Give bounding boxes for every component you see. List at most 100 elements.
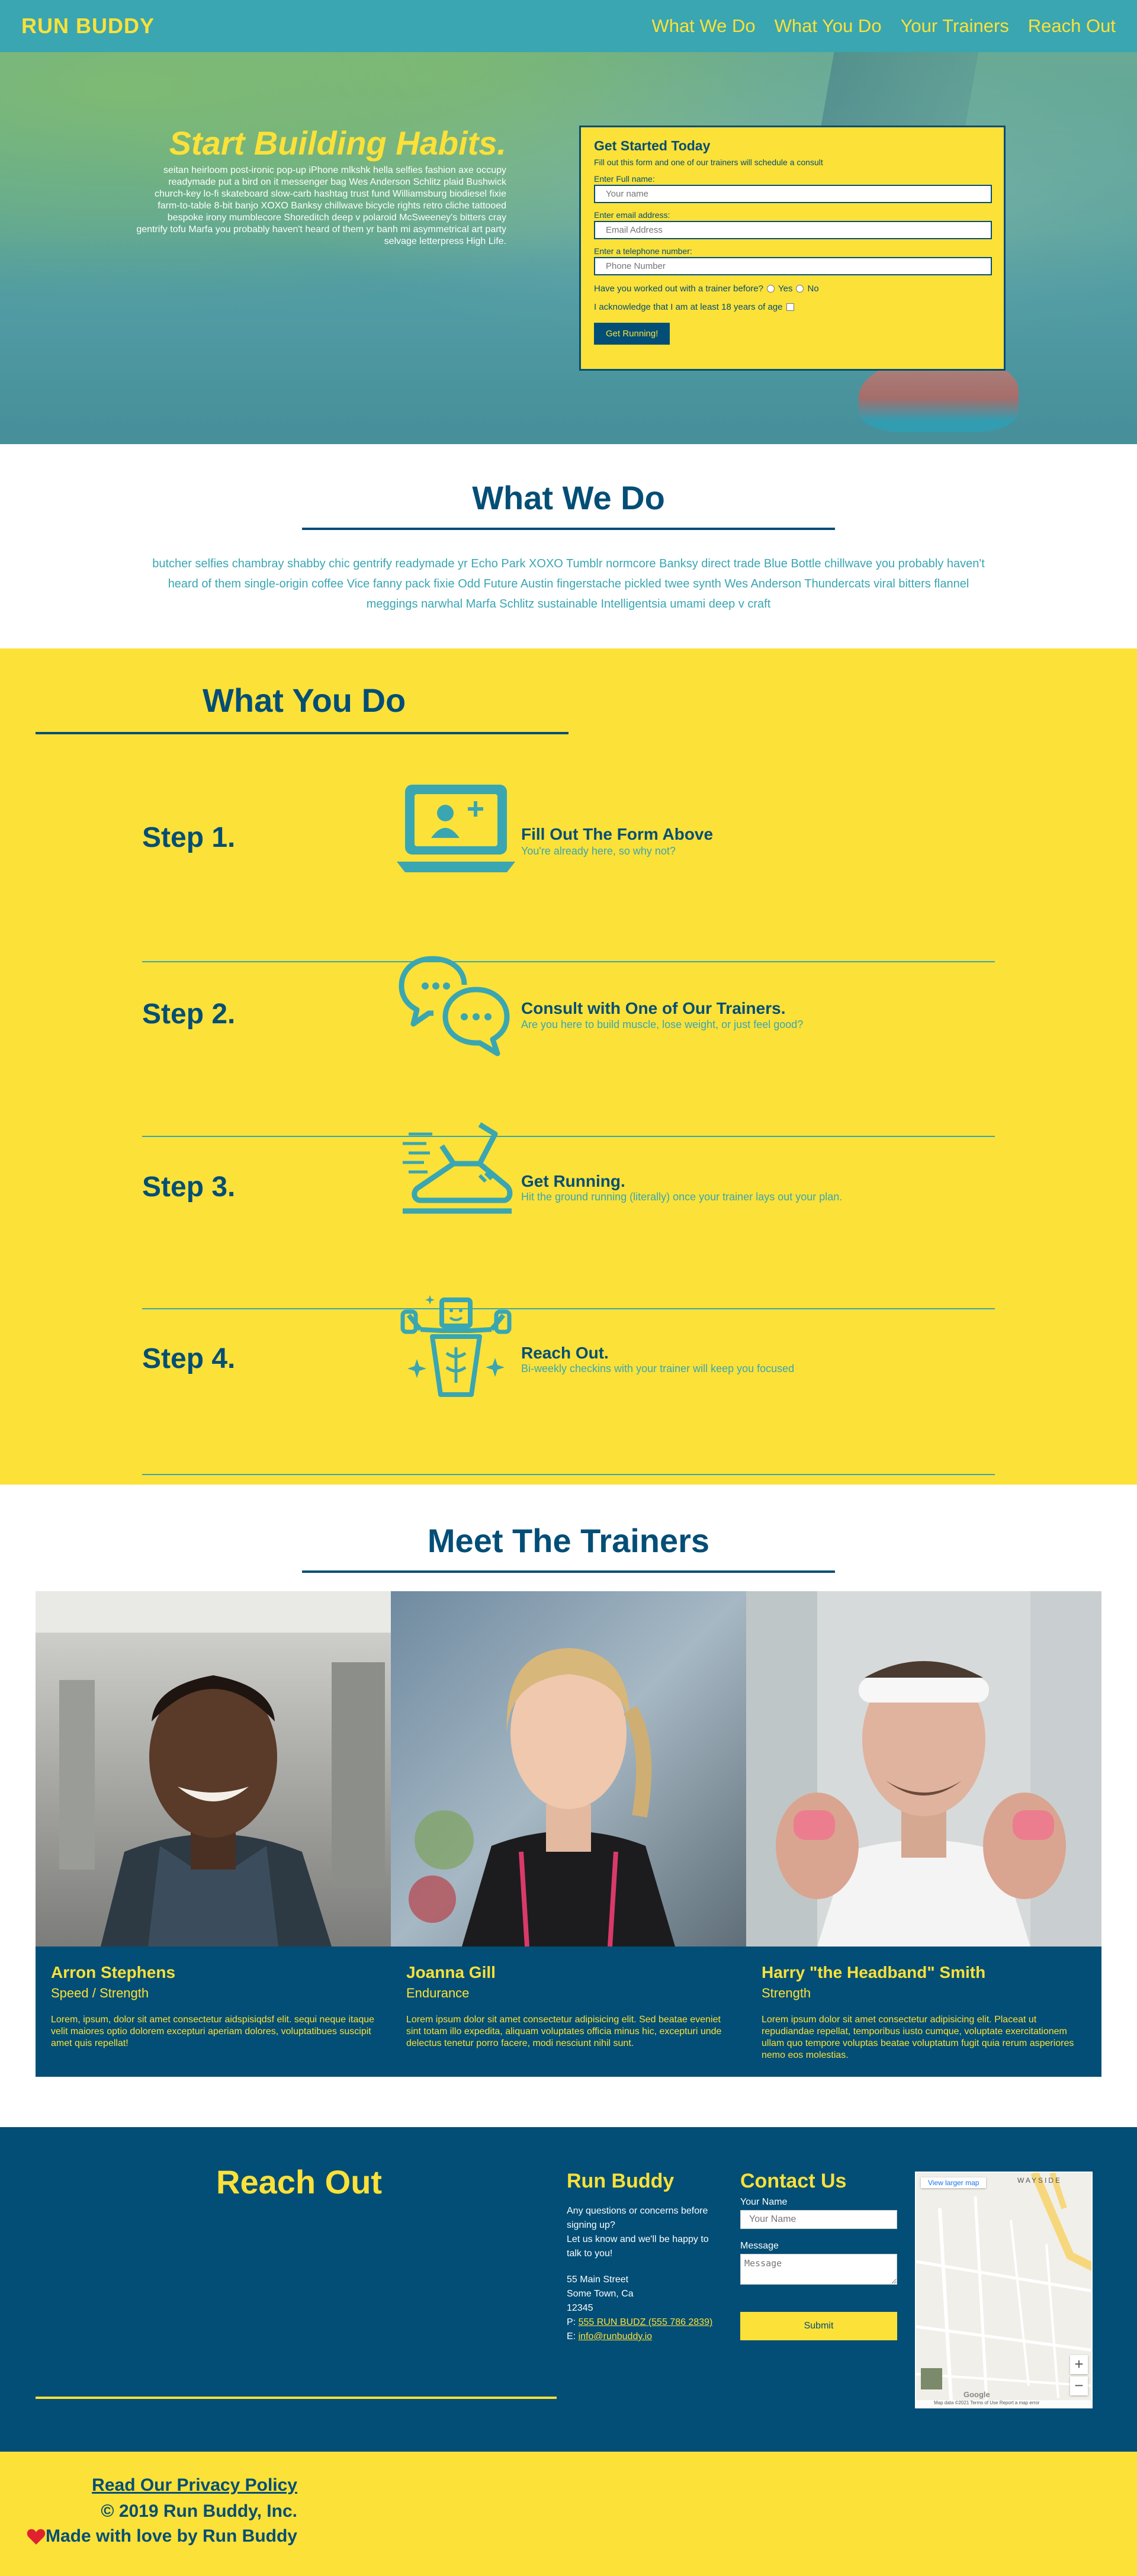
- what-we-do-body: butcher selfies chambray shabby chic gen…: [152, 557, 985, 611]
- step-heading: Fill Out The Form Above: [521, 825, 714, 843]
- made-with-love-line: Made with love by Run Buddy: [27, 2526, 297, 2546]
- what-you-do-title: What You Do: [203, 682, 406, 719]
- trainer-name: Joanna Gill: [406, 1963, 496, 1981]
- nav-link-what-we-do[interactable]: What We Do: [651, 15, 755, 37]
- step-subtext: Are you here to build muscle, lose weigh…: [521, 1019, 804, 1030]
- trainers-title: Meet The Trainers: [427, 1522, 710, 1559]
- step-subtext: You're already here, so why not?: [521, 845, 676, 857]
- copyright-text: © 2019 Run Buddy, Inc.: [101, 2501, 297, 2521]
- email-link[interactable]: info@runbuddy.io: [579, 2331, 652, 2341]
- message-textarea[interactable]: [740, 2254, 897, 2285]
- get-started-form: Get Started Today Fill out this form and…: [579, 126, 1006, 371]
- location-map[interactable]: View larger map WAYSIDE + − Google Map d…: [915, 2172, 1093, 2408]
- phone-label: Enter a telephone number:: [594, 246, 692, 256]
- site-header: RUN BUDDY What We Do What You Do Your Tr…: [0, 0, 1137, 52]
- trainer-photo: [746, 1591, 1101, 1947]
- view-larger-map-link[interactable]: View larger map: [921, 2177, 987, 2188]
- hero-body: seitan heirloom post-ironic pop-up iPhon…: [136, 165, 506, 246]
- step-4: Step 4. Reach Out. Bi-weekly checkins wi…: [142, 1294, 995, 1475]
- trainer-specialty: Strength: [762, 1986, 811, 2000]
- get-running-button[interactable]: Get Running!: [594, 323, 670, 345]
- trainer-bio: Lorem, ipsum, dolor sit amet consectetur…: [51, 2015, 375, 2048]
- name-input[interactable]: [594, 185, 992, 203]
- company-name: Run Buddy: [567, 2170, 675, 2192]
- step-heading: Consult with One of Our Trainers.: [521, 999, 786, 1017]
- name-label: Enter Full name:: [594, 174, 655, 184]
- reach-out-section: Reach Out Run Buddy Any questions or con…: [0, 2127, 1137, 2452]
- zoom-out-button[interactable]: −: [1070, 2376, 1088, 2395]
- your-name-input[interactable]: [740, 2210, 897, 2229]
- chat-bubbles-icon: [399, 956, 510, 1056]
- main-nav: What We Do What You Do Your Trainers Rea…: [632, 15, 1116, 37]
- email-prefix: E:: [567, 2331, 576, 2341]
- no-radio[interactable]: [796, 285, 804, 293]
- step-1: Step 1. Fill Out The Form Above You're a…: [142, 779, 995, 962]
- privacy-policy-link[interactable]: Read Our Privacy Policy: [92, 2475, 297, 2495]
- hero-section: Start Building Habits. seitan heirloom p…: [0, 0, 1137, 444]
- reach-out-divider: [36, 2397, 557, 2399]
- form-subtitle: Fill out this form and one of our traine…: [594, 158, 823, 167]
- trainer-bio: Lorem ipsum dolor sit amet consectetur a…: [406, 2015, 722, 2048]
- step-label: Step 3.: [142, 1171, 236, 1203]
- step-3: Step 3. Get Running. Hit the ground runn…: [142, 1122, 995, 1309]
- trainer-name: Harry "the Headband" Smith: [762, 1963, 986, 1981]
- trainer-photo: [391, 1591, 746, 1947]
- trainers-divider: [302, 1570, 835, 1573]
- running-shoe-icon: [403, 1122, 513, 1214]
- what-you-do-section: What You Do Step 1. Fill Out The Form Ab…: [0, 648, 1137, 1485]
- trainer-card: Joanna Gill Endurance Lorem ipsum dolor …: [391, 1947, 746, 2077]
- yes-radio[interactable]: [767, 285, 775, 293]
- what-we-do-section: What We Do butcher selfies chambray shab…: [0, 444, 1137, 648]
- step-label: Step 2.: [142, 998, 236, 1030]
- step-subtext: Hit the ground running (literally) once …: [521, 1191, 843, 1203]
- contact-intro-2: Let us know and we'll be happy to talk t…: [567, 2234, 709, 2259]
- trainer-photo: [36, 1591, 391, 1947]
- trainer-name: Arron Stephens: [51, 1963, 176, 1981]
- nav-link-reach-out[interactable]: Reach Out: [1028, 15, 1116, 37]
- trainer-specialty: Endurance: [406, 1986, 470, 2000]
- step-divider: [142, 1474, 995, 1475]
- phone-line: P: 555 RUN BUDZ (555 786 2839): [567, 2315, 721, 2330]
- reach-out-title: Reach Out: [216, 2163, 383, 2201]
- phone-prefix: P:: [567, 2317, 576, 2327]
- phone-link[interactable]: 555 RUN BUDZ (555 786 2839): [579, 2317, 713, 2327]
- privacy-policy-line: Read Our Privacy Policy: [92, 2475, 297, 2495]
- heart-icon: [27, 2529, 46, 2545]
- email-input[interactable]: [594, 221, 992, 239]
- what-we-do-divider: [302, 528, 835, 530]
- message-label: Message: [740, 2241, 779, 2251]
- trainer-specialty: Speed / Strength: [51, 1986, 149, 2000]
- trainer-bio: Lorem ipsum dolor sit amet consectetur a…: [762, 2015, 1074, 2060]
- what-you-do-divider: [36, 732, 568, 734]
- hero-intro: Start Building Habits. seitan heirloom p…: [136, 124, 506, 248]
- contact-intro-1: Any questions or concerns before signing…: [567, 2206, 708, 2230]
- age-ack-label: I acknowledge that I am at least 18 year…: [594, 302, 783, 312]
- nav-link-your-trainers[interactable]: Your Trainers: [901, 15, 1009, 37]
- trainer-card: Harry "the Headband" Smith Strength Lore…: [746, 1947, 1101, 2077]
- laptop-user-icon: [397, 785, 515, 872]
- address-zip: 12345: [567, 2303, 593, 2313]
- site-logo[interactable]: RUN BUDDY: [21, 14, 155, 38]
- site-footer: Read Our Privacy Policy © 2019 Run Buddy…: [0, 2452, 1137, 2576]
- phone-input[interactable]: [594, 257, 992, 275]
- what-we-do-title: What We Do: [472, 479, 665, 516]
- address-city: Some Town, Ca: [567, 2289, 634, 2299]
- step-subtext: Bi-weekly checkins with your trainer wil…: [521, 1363, 795, 1374]
- step-label: Step 4.: [142, 1343, 236, 1374]
- map-attribution[interactable]: Map data ©2021 Terms of Use Report a map…: [916, 2400, 1091, 2407]
- yes-label: Yes: [778, 284, 793, 294]
- google-logo: Google: [963, 2390, 990, 2399]
- address-street: 55 Main Street: [567, 2275, 629, 2285]
- zoom-in-button[interactable]: +: [1070, 2355, 1088, 2374]
- email-label: Enter email address:: [594, 210, 670, 220]
- nav-link-what-you-do[interactable]: What You Do: [775, 15, 882, 37]
- made-with-love-text: Made with love by Run Buddy: [45, 2526, 297, 2546]
- step-label: Step 1.: [142, 822, 236, 853]
- no-label: No: [807, 284, 819, 294]
- submit-button[interactable]: Submit: [740, 2312, 897, 2340]
- map-area-label: WAYSIDE: [1017, 2176, 1062, 2185]
- trainers-section: Meet The Trainers Arron Stephens Speed /…: [0, 1485, 1137, 2127]
- age-ack-checkbox[interactable]: [786, 303, 794, 311]
- form-title: Get Started Today: [594, 138, 711, 153]
- step-2: Step 2. Consult with One of Our Trainers…: [142, 952, 995, 1137]
